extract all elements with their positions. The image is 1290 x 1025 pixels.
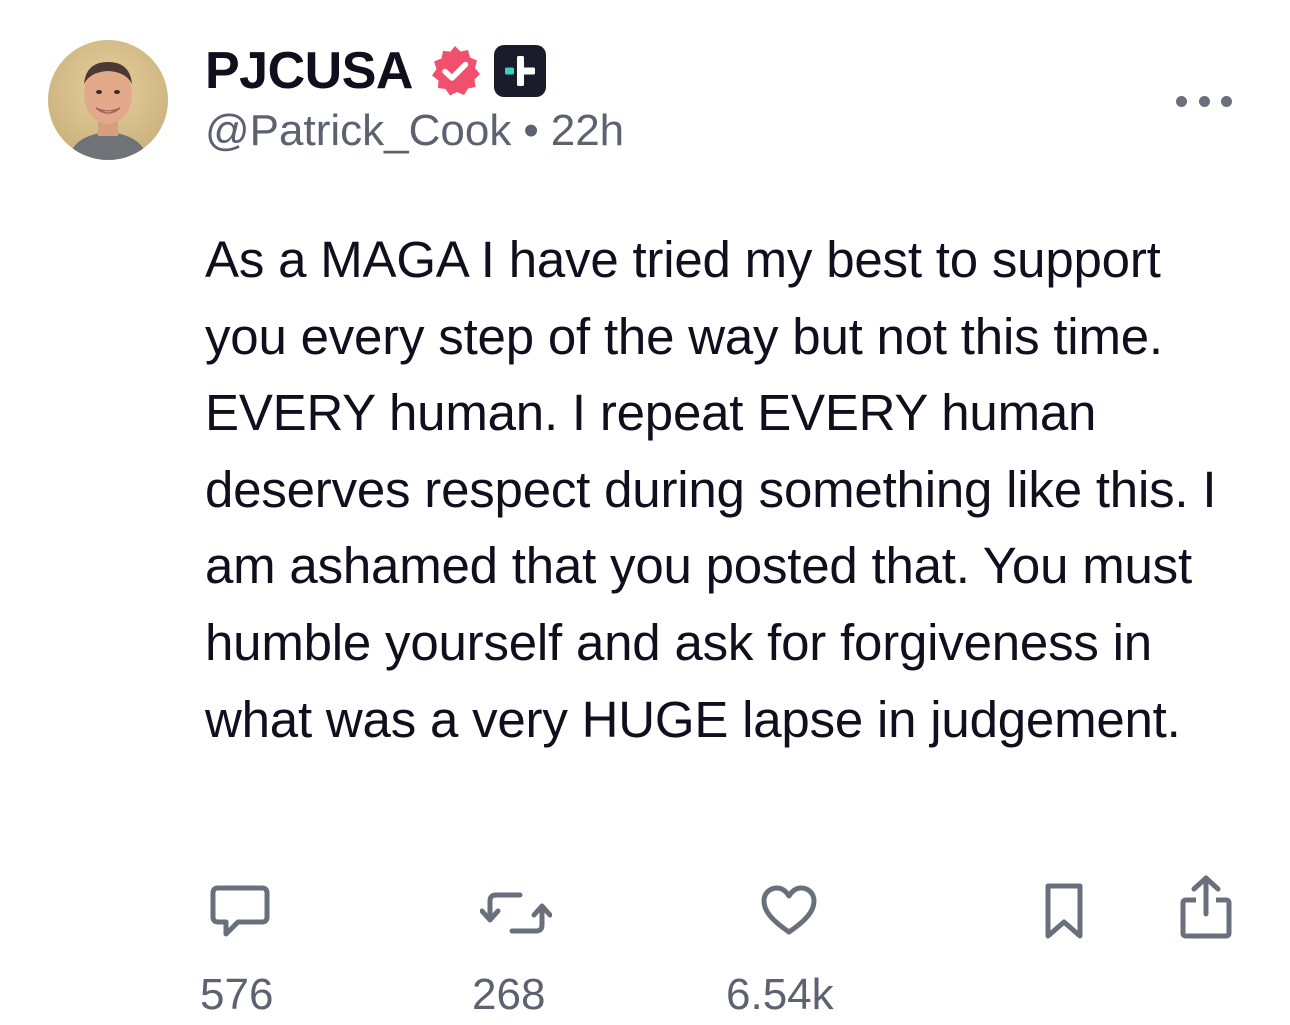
avatar-photo xyxy=(48,40,168,160)
meta-row: @Patrick_Cook • 22h xyxy=(205,106,624,156)
post-text: As a MAGA I have tried my best to suppor… xyxy=(205,231,1231,748)
bookmark-button[interactable] xyxy=(1042,880,1086,940)
repost-count: 268 xyxy=(472,970,546,1019)
verified-badge-icon xyxy=(427,43,483,99)
share-button[interactable] xyxy=(1178,874,1234,940)
share-icon xyxy=(1180,875,1232,939)
more-dot-icon xyxy=(1176,95,1187,107)
name-row: PJCUSA xyxy=(205,40,624,102)
more-dot-icon xyxy=(1221,95,1232,107)
like-count: 6.54k xyxy=(726,970,834,1019)
reply-button[interactable] xyxy=(208,882,272,942)
heart-icon xyxy=(761,885,817,935)
bookmark-icon xyxy=(1045,883,1083,939)
repost-icon xyxy=(480,892,552,934)
post-header: PJCUSA @Patrick_Cook • 22h xyxy=(205,40,624,156)
repost-button[interactable] xyxy=(480,885,552,941)
meta-separator: • xyxy=(523,106,539,155)
more-dot-icon xyxy=(1198,95,1210,107)
author-avatar[interactable] xyxy=(48,40,168,160)
author-display-name[interactable]: PJCUSA xyxy=(205,41,413,101)
plus-badge-icon xyxy=(493,44,547,98)
more-options-button[interactable] xyxy=(1176,92,1232,110)
post-card: PJCUSA @Patrick_Cook • 22h As a MAGA I h… xyxy=(0,0,1290,1025)
author-handle[interactable]: @Patrick_Cook xyxy=(205,106,511,156)
like-button[interactable] xyxy=(760,884,818,938)
reply-count: 576 xyxy=(200,970,274,1019)
post-timestamp[interactable]: 22h xyxy=(551,106,624,156)
comment-icon xyxy=(210,885,270,937)
